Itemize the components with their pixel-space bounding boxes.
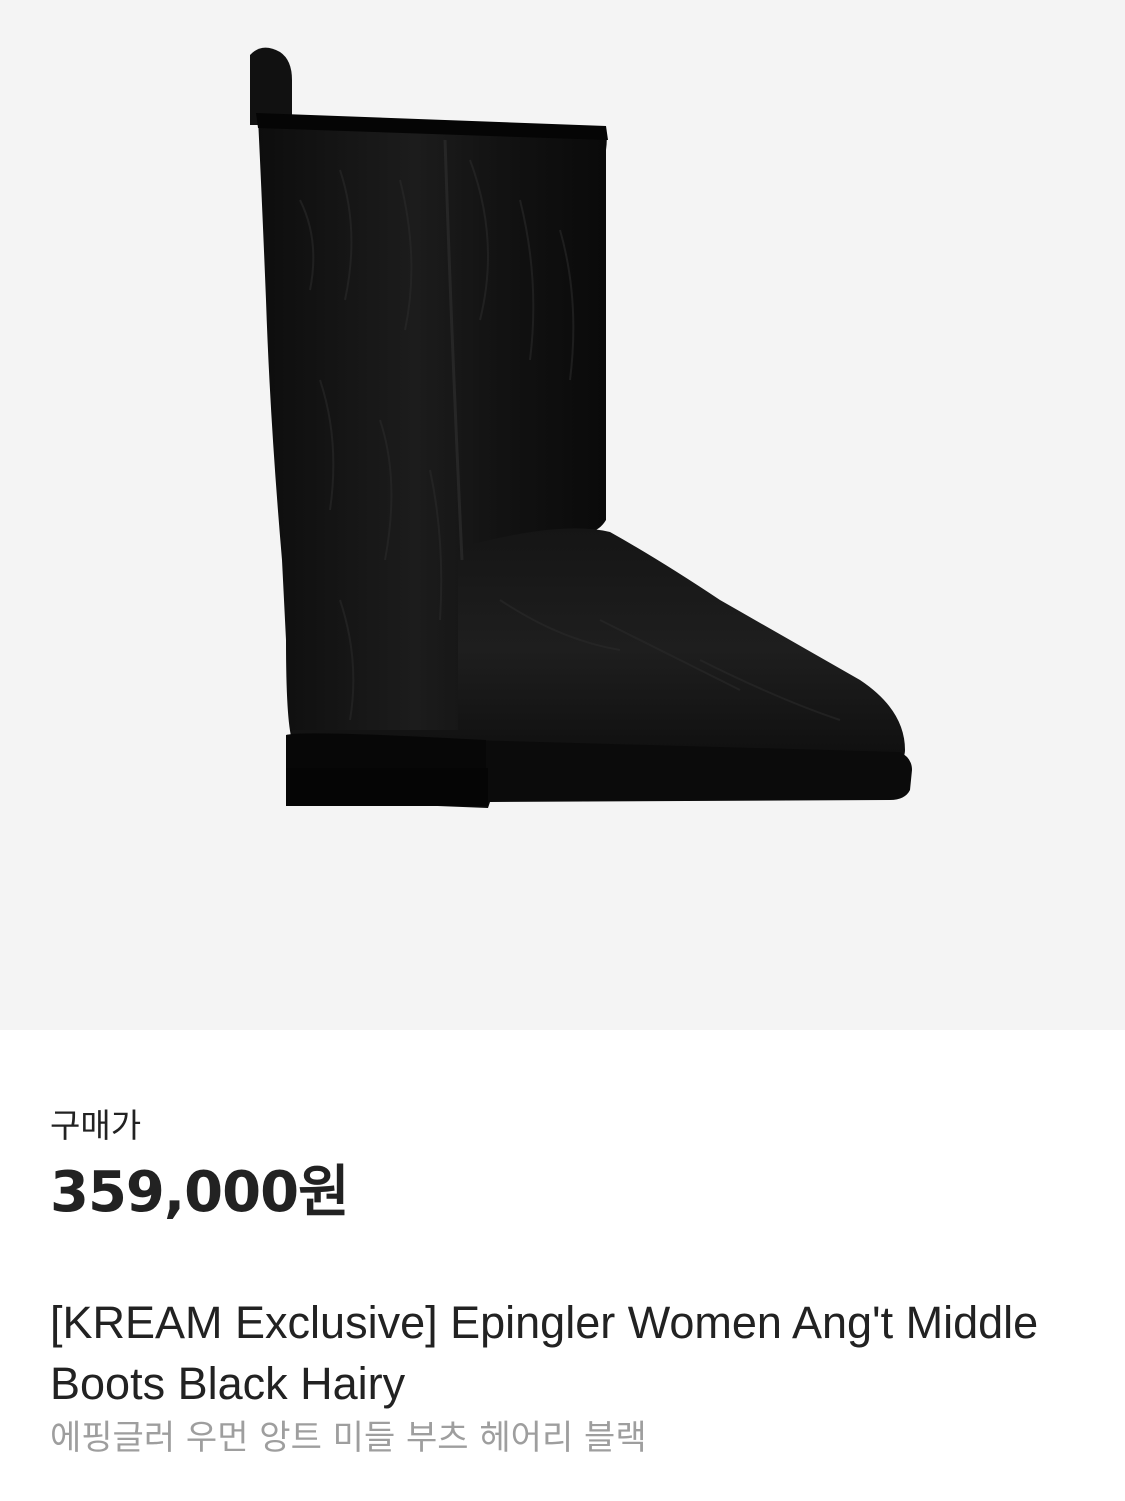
product-subtitle: 에핑글러 우먼 앙트 미들 부츠 헤어리 블랙 [50, 1418, 647, 1458]
product-title: [KREAM Exclusive] Epingler Women Ang't M… [50, 1297, 1039, 1409]
product-image[interactable] [0, 0, 1125, 1030]
boot-image [250, 47, 912, 808]
price-label: 구매가 [50, 1106, 142, 1145]
product-price: 359,000원 [50, 1160, 350, 1225]
